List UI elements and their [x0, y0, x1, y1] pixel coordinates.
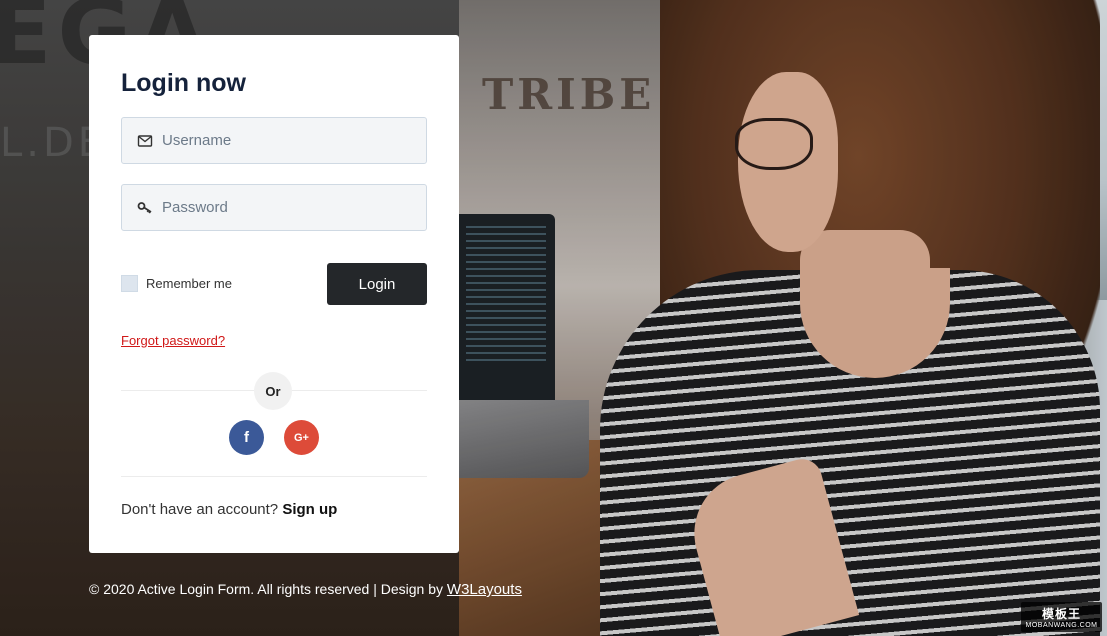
signup-prompt: Don't have an account? [121, 501, 283, 518]
facebook-button[interactable]: f [229, 420, 264, 455]
key-icon [137, 200, 153, 216]
signup-row: Don't have an account? Sign up [121, 501, 337, 518]
footer-copyright: © 2020 Active Login Form. All rights res… [89, 581, 447, 597]
footer-w3layouts-link[interactable]: W3Layouts [447, 581, 522, 598]
watermark-url: MOBANWANG.COM [1025, 622, 1098, 629]
remember-checkbox[interactable] [121, 275, 138, 292]
login-button[interactable]: Login [327, 263, 427, 305]
footer: © 2020 Active Login Form. All rights res… [89, 581, 522, 598]
username-input[interactable] [162, 118, 422, 163]
login-card: Login now Remember me Login Forgot passw… [89, 35, 459, 553]
password-input[interactable] [162, 185, 422, 230]
watermark-title: 模板王 [1041, 607, 1081, 621]
page-title: Login now [121, 69, 246, 97]
google-plus-icon: G+ [294, 431, 309, 444]
username-field[interactable] [121, 117, 427, 164]
envelope-icon [137, 133, 153, 149]
or-separator: Or [254, 372, 292, 410]
remember-label: Remember me [146, 276, 232, 291]
google-plus-button[interactable]: G+ [284, 420, 319, 455]
signup-link[interactable]: Sign up [282, 501, 337, 518]
remember-me[interactable]: Remember me [121, 275, 232, 292]
divider-line-bottom [121, 476, 427, 477]
forgot-password-link[interactable]: Forgot password? [121, 333, 225, 348]
facebook-icon: f [244, 429, 249, 446]
watermark-logo: 模板王 MOBANWANG.COM [1021, 602, 1102, 632]
password-field[interactable] [121, 184, 427, 231]
